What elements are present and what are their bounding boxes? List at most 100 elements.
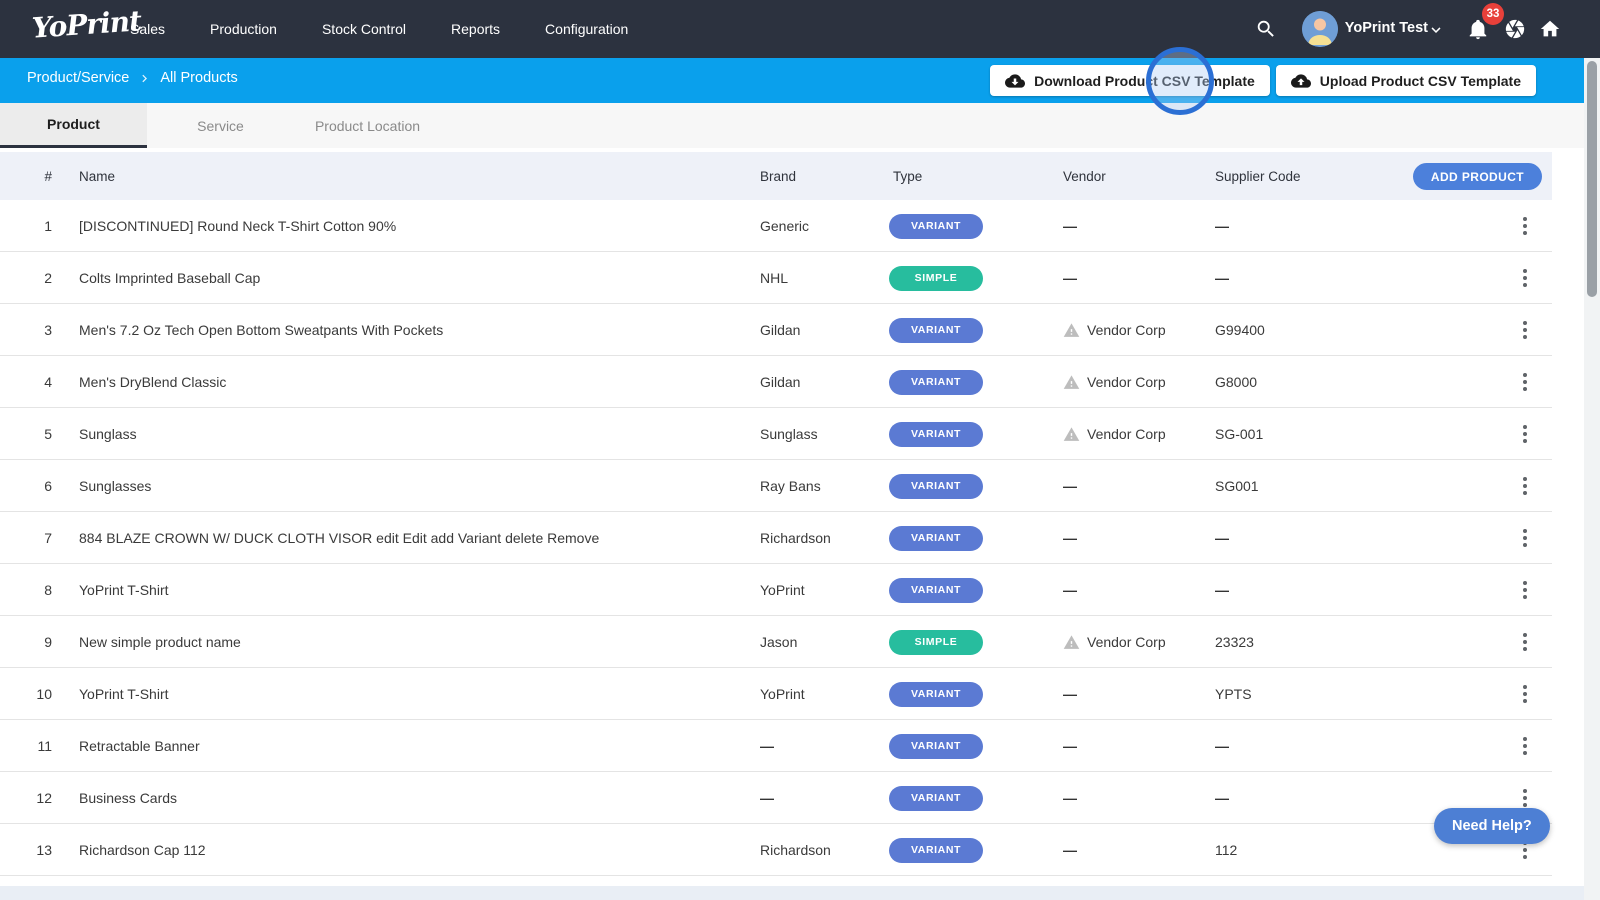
- vertical-scrollbar[interactable]: [1584, 58, 1600, 900]
- column-header-type: Type: [893, 152, 922, 200]
- row-actions-menu[interactable]: [1510, 564, 1540, 616]
- tab-service[interactable]: Service: [147, 103, 294, 148]
- product-name: Business Cards: [79, 772, 177, 824]
- tab-product[interactable]: Product: [0, 103, 147, 148]
- vendor-name: —: [1063, 738, 1077, 754]
- row-number: 10: [20, 668, 52, 720]
- column-header-name: Name: [79, 152, 115, 200]
- nav-item-production[interactable]: Production: [210, 21, 277, 37]
- supplier-code: 23323: [1215, 616, 1254, 668]
- type-badge: VARIANT: [889, 422, 983, 447]
- vendor-name: Vendor Corp: [1087, 322, 1166, 338]
- nav-item-sales[interactable]: Sales: [130, 21, 165, 37]
- row-actions-menu[interactable]: [1510, 304, 1540, 356]
- table-header-row: # Name Brand Type Vendor Supplier Code A…: [0, 152, 1552, 200]
- supplier-code: G99400: [1215, 304, 1265, 356]
- nav-item-stock-control[interactable]: Stock Control: [322, 21, 406, 37]
- table-row: 5SunglassSunglassVARIANTVendor CorpSG-00…: [0, 408, 1552, 460]
- row-actions-menu[interactable]: [1510, 668, 1540, 720]
- chevron-down-icon[interactable]: [1424, 18, 1448, 42]
- add-product-button[interactable]: ADD PRODUCT: [1413, 163, 1542, 190]
- type-badge: VARIANT: [889, 578, 983, 603]
- product-vendor: —: [1063, 772, 1077, 824]
- row-actions-menu[interactable]: [1510, 616, 1540, 668]
- vendor-name: Vendor Corp: [1087, 426, 1166, 442]
- user-name[interactable]: YoPrint Test: [1345, 20, 1428, 36]
- product-name: 884 BLAZE CROWN W/ DUCK CLOTH VISOR edit…: [79, 512, 599, 564]
- download-csv-label: Download Product CSV Template: [1034, 73, 1255, 89]
- row-actions-menu[interactable]: [1510, 408, 1540, 460]
- tab-product-location[interactable]: Product Location: [294, 103, 441, 148]
- download-csv-template-button[interactable]: Download Product CSV Template: [990, 65, 1270, 96]
- product-table-body: 1[DISCONTINUED] Round Neck T-Shirt Cotto…: [0, 200, 1552, 876]
- product-type-cell: SIMPLE: [889, 616, 983, 668]
- supplier-code: —: [1215, 564, 1229, 616]
- breadcrumb-chevron-icon: [137, 71, 152, 86]
- vendor-warning-icon: [1063, 426, 1080, 443]
- row-actions-menu[interactable]: [1510, 460, 1540, 512]
- product-type-cell: VARIANT: [889, 772, 983, 824]
- row-number: 2: [20, 252, 52, 304]
- kebab-icon: [1523, 581, 1527, 599]
- product-vendor: —: [1063, 252, 1077, 304]
- page-header-bar: Product/Service All Products Download Pr…: [0, 58, 1600, 103]
- table-row: 13Richardson Cap 112RichardsonVARIANT—11…: [0, 824, 1552, 876]
- table-row: 7884 BLAZE CROWN W/ DUCK CLOTH VISOR edi…: [0, 512, 1552, 564]
- product-type-cell: VARIANT: [889, 512, 983, 564]
- product-type-cell: VARIANT: [889, 720, 983, 772]
- product-type-cell: VARIANT: [889, 564, 983, 616]
- need-help-button[interactable]: Need Help?: [1434, 808, 1550, 844]
- product-brand: Sunglass: [760, 408, 818, 460]
- kebab-icon: [1523, 269, 1527, 287]
- vendor-name: —: [1063, 478, 1077, 494]
- product-vendor: —: [1063, 564, 1077, 616]
- upload-csv-template-button[interactable]: Upload Product CSV Template: [1276, 65, 1536, 96]
- notification-badge[interactable]: 33: [1482, 3, 1504, 25]
- type-badge: VARIANT: [889, 786, 983, 811]
- vendor-name: —: [1063, 790, 1077, 806]
- type-badge: VARIANT: [889, 474, 983, 499]
- tab-bar: ProductServiceProduct Location: [0, 103, 1600, 148]
- product-brand: YoPrint: [760, 668, 805, 720]
- cloud-download-icon: [1005, 71, 1025, 91]
- type-badge: VARIANT: [889, 838, 983, 863]
- type-badge: VARIANT: [889, 734, 983, 759]
- type-badge: SIMPLE: [889, 630, 983, 655]
- table-row: 8YoPrint T-ShirtYoPrintVARIANT——: [0, 564, 1552, 616]
- column-header-num: #: [20, 152, 52, 200]
- row-actions-menu[interactable]: [1510, 252, 1540, 304]
- nav-item-configuration[interactable]: Configuration: [545, 21, 628, 37]
- product-brand: Generic: [760, 200, 809, 252]
- nav-item-reports[interactable]: Reports: [451, 21, 500, 37]
- vendor-name: Vendor Corp: [1087, 374, 1166, 390]
- kebab-icon: [1523, 425, 1527, 443]
- product-vendor: Vendor Corp: [1063, 304, 1166, 356]
- row-actions-menu[interactable]: [1510, 720, 1540, 772]
- table-row: 9New simple product nameJasonSIMPLEVendo…: [0, 616, 1552, 668]
- yoprint-logo[interactable]: YoPrint: [31, 4, 142, 45]
- row-actions-menu[interactable]: [1510, 512, 1540, 564]
- home-icon[interactable]: [1538, 17, 1562, 41]
- kebab-icon: [1523, 477, 1527, 495]
- product-brand: YoPrint: [760, 564, 805, 616]
- supplier-code: SG001: [1215, 460, 1259, 512]
- vendor-name: —: [1063, 530, 1077, 546]
- table-row: 4Men's DryBlend ClassicGildanVARIANTVend…: [0, 356, 1552, 408]
- kebab-icon: [1523, 789, 1527, 807]
- supplier-code: —: [1215, 772, 1229, 824]
- scrollbar-thumb[interactable]: [1587, 61, 1597, 297]
- supplier-code: SG-001: [1215, 408, 1263, 460]
- shutter-icon[interactable]: [1503, 17, 1527, 41]
- kebab-icon: [1523, 633, 1527, 651]
- row-actions-menu[interactable]: [1510, 200, 1540, 252]
- user-avatar[interactable]: [1302, 11, 1338, 47]
- search-icon[interactable]: [1254, 17, 1278, 41]
- breadcrumb-parent[interactable]: Product/Service: [27, 70, 129, 86]
- upload-csv-label: Upload Product CSV Template: [1320, 73, 1521, 89]
- row-actions-menu[interactable]: [1510, 356, 1540, 408]
- kebab-icon: [1523, 737, 1527, 755]
- type-badge: VARIANT: [889, 214, 983, 239]
- vendor-name: —: [1063, 842, 1077, 858]
- vendor-name: Vendor Corp: [1087, 634, 1166, 650]
- row-number: 12: [20, 772, 52, 824]
